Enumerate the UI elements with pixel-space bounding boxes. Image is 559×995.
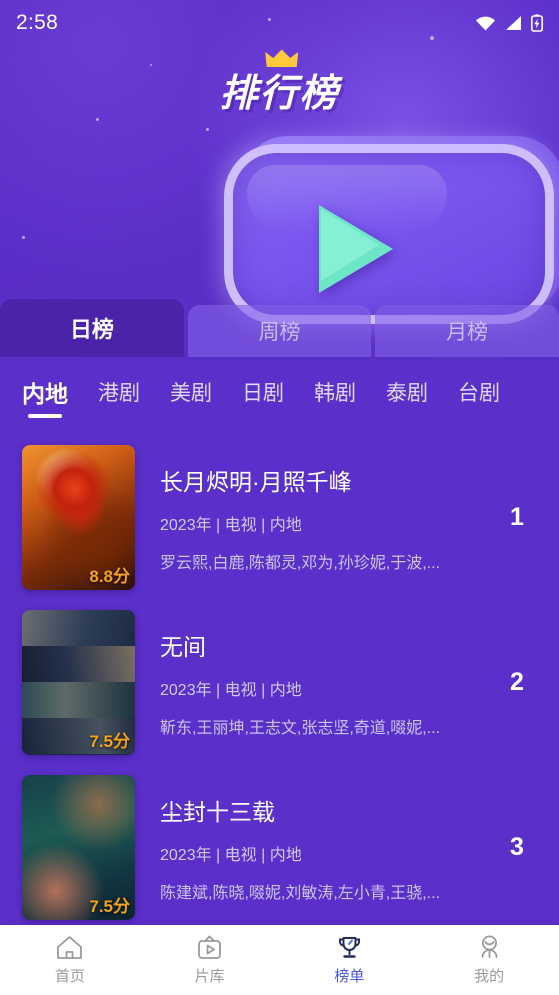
movie-poster[interactable]: 7.5分 — [22, 775, 135, 920]
category-tab-tw[interactable]: 台剧 — [458, 377, 500, 416]
list-item[interactable]: 7.5分 尘封十三载 2023年 | 电视 | 内地 陈建斌,陈晓,啜妮,刘敏涛… — [0, 765, 559, 925]
crown-icon — [265, 49, 299, 67]
period-tab-weekly-label: 周榜 — [258, 321, 301, 344]
nav-item-home[interactable]: 首页 — [0, 935, 140, 986]
movie-info: 尘封十三载 2023年 | 电视 | 内地 陈建斌,陈晓,啜妮,刘敏涛,左小青,… — [135, 793, 497, 903]
star-decoration — [22, 236, 25, 239]
wifi-icon — [476, 16, 495, 31]
category-tab-th[interactable]: 泰剧 — [386, 377, 428, 416]
movie-poster[interactable]: 7.5分 — [22, 610, 135, 755]
period-tab-weekly[interactable]: 周榜 — [187, 305, 372, 357]
period-tab-daily-label: 日榜 — [69, 317, 114, 342]
page-title: 排行榜 — [219, 49, 340, 117]
trophy-icon — [338, 936, 360, 958]
movie-cast: 陈建斌,陈晓,啜妮,刘敏涛,左小青,王骁,... — [160, 884, 441, 902]
nav-item-profile-label: 我的 — [474, 967, 505, 985]
movie-info: 无间 2023年 | 电视 | 内地 靳东,王丽坤,王志文,张志坚,奇道,啜妮,… — [135, 628, 497, 738]
rating-badge: 8.8分 — [89, 567, 130, 586]
category-tab-mainland[interactable]: 内地 — [22, 375, 68, 418]
period-tabs: 日榜 周榜 月榜 — [0, 299, 559, 357]
rank-number: 1 — [510, 503, 524, 531]
nav-item-ranking[interactable]: 榜单 — [280, 935, 420, 986]
movie-cast: 罗云熙,白鹿,陈都灵,邓为,孙珍妮,于波,... — [160, 554, 441, 572]
star-decoration — [96, 118, 99, 121]
movie-meta: 2023年 | 电视 | 内地 — [160, 681, 302, 699]
category-tab-us[interactable]: 美剧 — [170, 377, 212, 416]
movie-meta: 2023年 | 电视 | 内地 — [160, 516, 302, 534]
nav-item-library[interactable]: 片库 — [140, 934, 280, 986]
rating-badge: 7.5分 — [89, 897, 130, 916]
rank-number: 3 — [510, 833, 524, 861]
list-item[interactable]: 8.8分 长月烬明·月照千峰 2023年 | 电视 | 内地 罗云熙,白鹿,陈都… — [0, 435, 559, 600]
movie-cast: 靳东,王丽坤,王志文,张志坚,奇道,啜妮,... — [160, 719, 441, 737]
tv-screen — [224, 144, 554, 324]
movie-info: 长月烬明·月照千峰 2023年 | 电视 | 内地 罗云熙,白鹿,陈都灵,邓为,… — [135, 463, 497, 573]
battery-charging-icon — [531, 14, 543, 32]
ranking-list[interactable]: 8.8分 长月烬明·月照千峰 2023年 | 电视 | 内地 罗云熙,白鹿,陈都… — [0, 435, 559, 925]
movie-poster[interactable]: 8.8分 — [22, 445, 135, 590]
period-tab-monthly[interactable]: 月榜 — [375, 305, 559, 357]
status-time: 2:58 — [16, 11, 59, 34]
nav-item-library-label: 片库 — [194, 967, 225, 985]
play-triangle-highlight-icon — [321, 209, 379, 281]
movie-title: 长月烬明·月照千峰 — [160, 468, 352, 495]
category-tab-jp[interactable]: 日剧 — [242, 377, 284, 416]
period-tab-daily[interactable]: 日榜 — [0, 299, 184, 357]
movie-title: 无间 — [160, 633, 206, 660]
tv-library-icon — [198, 934, 222, 959]
movie-meta: 2023年 | 电视 | 内地 — [160, 846, 302, 864]
movie-title: 尘封十三载 — [160, 798, 275, 825]
category-tab-kr[interactable]: 韩剧 — [314, 377, 356, 416]
period-tab-monthly-label: 月榜 — [446, 321, 489, 344]
signal-icon — [506, 16, 521, 30]
bottom-navigation: 首页 片库 榜单 我的 — [0, 925, 559, 995]
rank-number: 2 — [510, 668, 524, 696]
user-icon — [481, 935, 498, 958]
banner-tv-illustration — [224, 136, 559, 326]
category-tab-hk[interactable]: 港剧 — [98, 377, 140, 416]
page-title-text: 排行榜 — [219, 73, 340, 115]
home-icon — [57, 935, 83, 959]
status-icons — [475, 14, 543, 32]
page-title-wrap: 排行榜 — [0, 49, 559, 117]
star-decoration — [206, 128, 209, 131]
nav-item-profile[interactable]: 我的 — [419, 935, 559, 986]
nav-item-home-label: 首页 — [54, 967, 85, 985]
category-tabs[interactable]: 内地 港剧 美剧 日剧 韩剧 泰剧 台剧 — [0, 357, 559, 435]
nav-item-ranking-label: 榜单 — [334, 967, 365, 985]
rating-badge: 7.5分 — [89, 732, 130, 751]
list-item[interactable]: 7.5分 无间 2023年 | 电视 | 内地 靳东,王丽坤,王志文,张志坚,奇… — [0, 600, 559, 765]
status-bar: 2:58 — [0, 0, 559, 46]
